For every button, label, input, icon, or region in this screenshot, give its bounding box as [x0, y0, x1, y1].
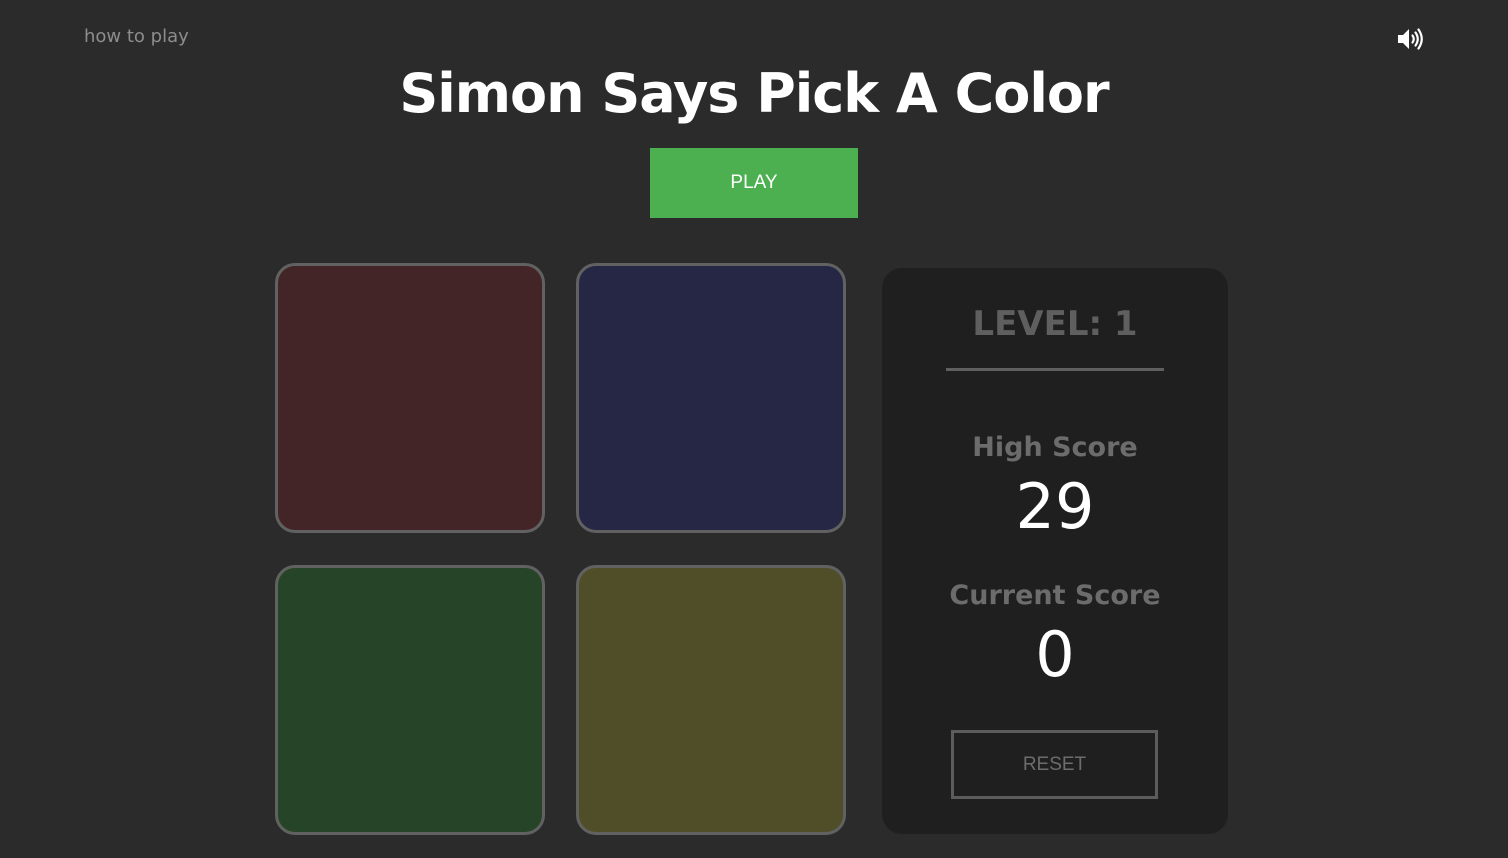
- green-pad[interactable]: [275, 565, 545, 835]
- yellow-pad[interactable]: [576, 565, 846, 835]
- high-score-value: 29: [1015, 470, 1095, 543]
- current-score-label: Current Score: [949, 580, 1161, 611]
- speaker-volume-icon: [1396, 26, 1426, 52]
- blue-pad[interactable]: [576, 263, 846, 533]
- current-score-value: 0: [1035, 618, 1075, 691]
- sound-toggle-button[interactable]: [1396, 26, 1426, 52]
- how-to-play-link[interactable]: how to play: [84, 26, 189, 47]
- level-divider: [946, 368, 1164, 371]
- page-title: Simon Says Pick A Color: [399, 62, 1109, 125]
- high-score-label: High Score: [972, 432, 1138, 463]
- reset-button[interactable]: RESET: [951, 730, 1158, 799]
- level-indicator: LEVEL: 1: [972, 304, 1138, 344]
- play-button[interactable]: PLAY: [650, 148, 858, 218]
- red-pad[interactable]: [275, 263, 545, 533]
- score-panel: LEVEL: 1 High Score 29 Current Score 0 R…: [882, 268, 1228, 834]
